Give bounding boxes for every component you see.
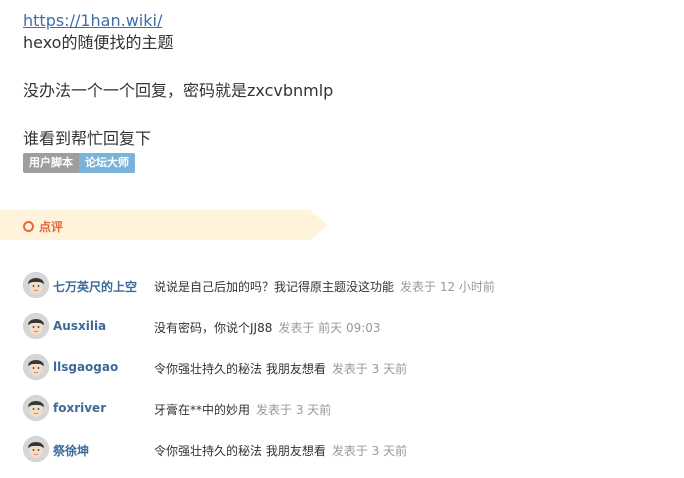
post-text-line: 谁看到帮忙回复下 bbox=[23, 129, 152, 148]
comment-author[interactable]: 祭徐坤 bbox=[53, 442, 89, 459]
avatar[interactable] bbox=[23, 313, 49, 339]
comment-body: 没有密码，你说个JJ88 发表于 前天 09:03 bbox=[154, 319, 381, 336]
avatar[interactable] bbox=[23, 395, 49, 421]
comment-text: 没有密码，你说个JJ88 bbox=[154, 321, 273, 335]
comment-time: 发表于 3 天前 bbox=[256, 403, 332, 417]
avatar[interactable] bbox=[23, 354, 49, 380]
comment-time: 发表于 3 天前 bbox=[331, 444, 408, 458]
comment-text: 令你强壮持久的秘法 我朋友想看 bbox=[154, 444, 326, 458]
section-title: 点评 bbox=[39, 220, 64, 234]
tag-userscript[interactable]: 用户脚本 bbox=[23, 153, 79, 173]
comment-author[interactable]: foxriver bbox=[53, 401, 106, 415]
tag-forum-master[interactable]: 论坛大师 bbox=[79, 153, 135, 173]
comment-body: 牙膏在**中的妙用 发表于 3 天前 bbox=[154, 401, 331, 418]
comment-body: 说说是自己后加的吗？我记得原主题没这功能 发表于 12 小时前 bbox=[154, 278, 495, 295]
comment-text: 说说是自己后加的吗？我记得原主题没这功能 bbox=[154, 280, 395, 294]
post-text-line: 没办法一个一个回复，密码就是zxcvbnmlp bbox=[23, 81, 334, 100]
comment-author[interactable]: 七万英尺的上空 bbox=[53, 278, 137, 295]
comment-author[interactable]: Ausxilia bbox=[53, 319, 106, 333]
comment-body: 令你强壮持久的秘法 我朋友想看 发表于 3 天前 bbox=[154, 442, 407, 459]
comment-time: 发表于 12 小时前 bbox=[400, 280, 495, 294]
avatar[interactable] bbox=[23, 272, 49, 298]
comment-text: 令你强壮持久的秘法 我朋友想看 bbox=[154, 362, 326, 376]
user-tags: 用户脚本 论坛大师 bbox=[23, 153, 333, 173]
avatar[interactable] bbox=[23, 436, 49, 462]
post-link[interactable]: https://1han.wiki/ bbox=[23, 10, 333, 32]
comment-author[interactable]: llsgaogao bbox=[53, 360, 118, 374]
comments-section-header: 点评 bbox=[0, 210, 328, 240]
comment-time: 发表于 3 天前 bbox=[331, 362, 408, 376]
comment-body: 令你强壮持久的秘法 我朋友想看 发表于 3 天前 bbox=[154, 360, 407, 377]
comment-time: 发表于 前天 09:03 bbox=[278, 321, 381, 335]
comment-text: 牙膏在**中的妙用 bbox=[154, 403, 251, 417]
post-text-line: hexo的随便找的主题 bbox=[23, 33, 174, 52]
post-content: https://1han.wiki/ hexo的随便找的主题 没办法一个一个回复… bbox=[23, 10, 333, 173]
circle-icon bbox=[23, 221, 34, 232]
